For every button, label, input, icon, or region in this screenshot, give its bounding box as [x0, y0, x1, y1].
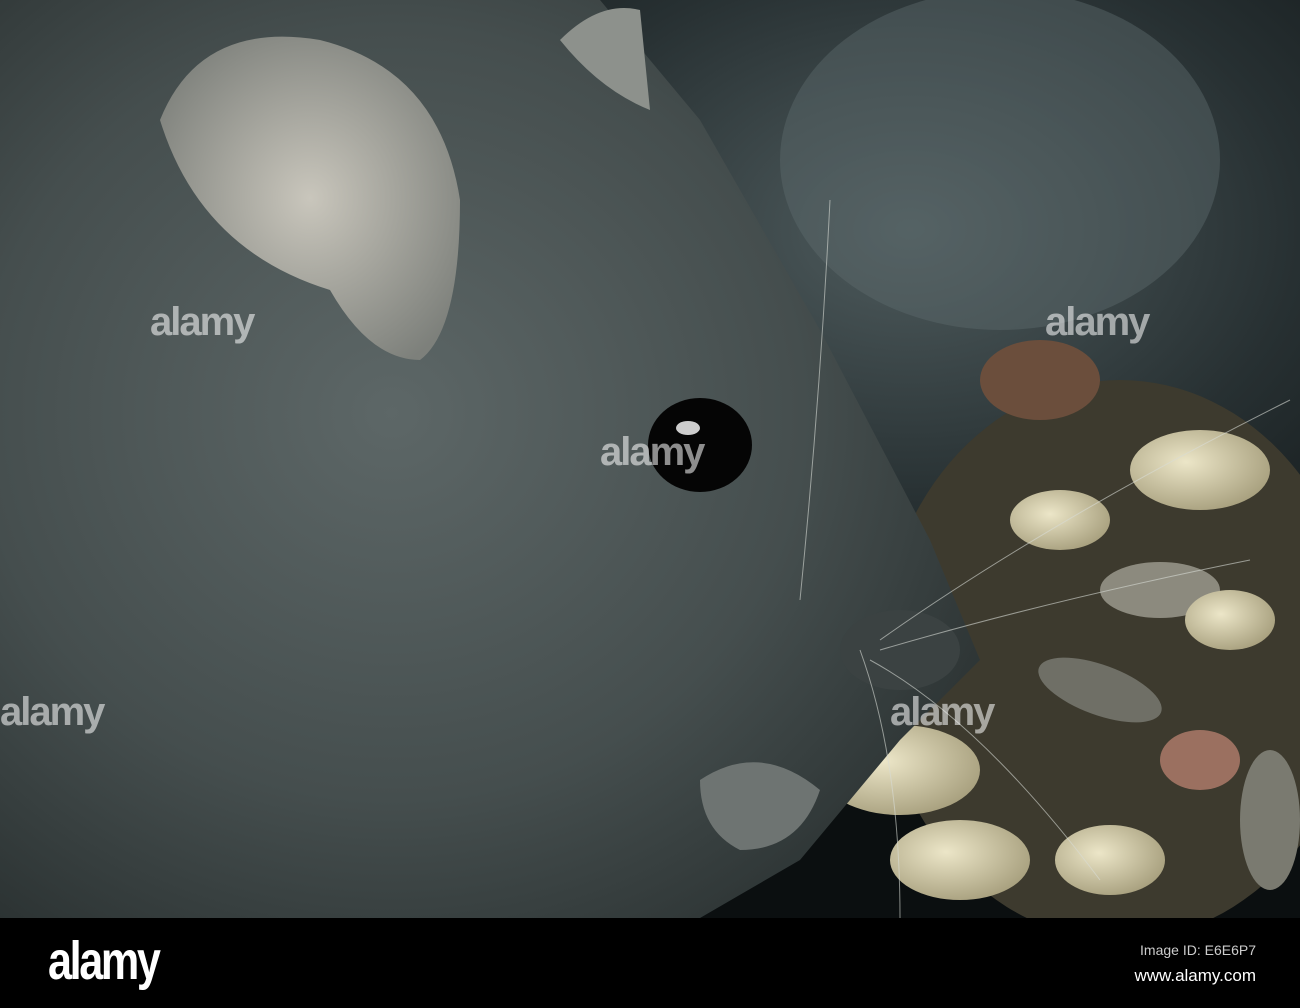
rat-photo	[0, 0, 1300, 918]
image-id: Image ID: E6E6P7	[1140, 942, 1256, 958]
alamy-logo[interactable]: alamy	[48, 930, 161, 992]
website-link[interactable]: www.alamy.com	[1134, 966, 1256, 986]
stock-photo-page: alamy alamy alamy alamy alamy alamy Imag…	[0, 0, 1300, 1008]
rat-eye	[648, 398, 752, 492]
blurred-rat-background	[780, 0, 1220, 330]
footer-bar: alamy Image ID: E6E6P7 www.alamy.com	[0, 918, 1300, 1008]
